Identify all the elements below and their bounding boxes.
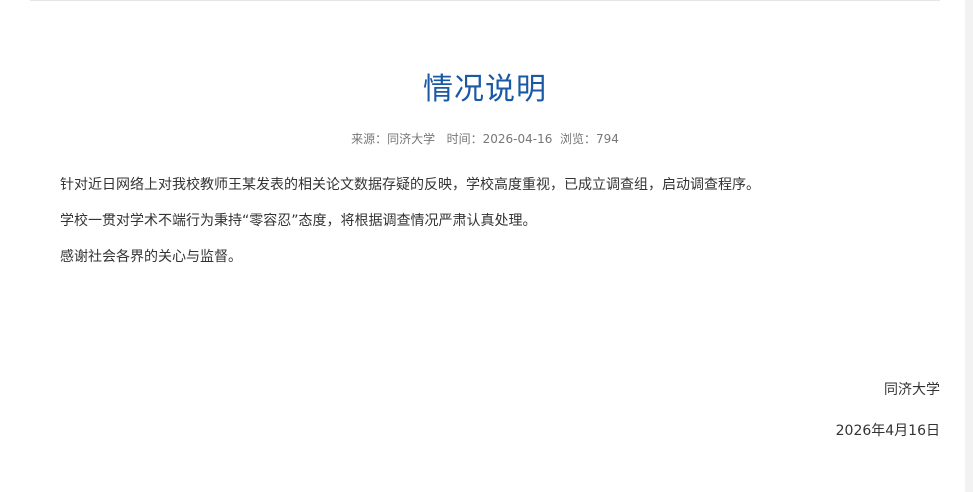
meta-time-label: 时间： <box>446 132 483 146</box>
body-paragraph: 针对近日网络上对我校教师王某发表的相关论文数据存疑的反映，学校高度重视，已成立调… <box>60 177 760 193</box>
body-paragraph: 感谢社会各界的关心与监督。 <box>60 249 242 265</box>
meta-source-label: 来源： <box>351 132 388 146</box>
body-paragraph: 学校一贯对学术不端行为秉持“零容忍”态度，将根据调查情况严肃认真处理。 <box>60 213 537 229</box>
article-title: 情况说明 <box>423 72 547 107</box>
signature-organization: 同济大学 <box>884 382 940 398</box>
meta-source: 同济大学 <box>387 132 436 146</box>
article-container: 情况说明 来源：同济大学 时间：2026-04-16 浏览：794 针对近日网络… <box>30 0 940 492</box>
article-meta: 来源：同济大学 时间：2026-04-16 浏览：794 <box>30 130 940 148</box>
meta-views-label: 浏览： <box>559 132 596 146</box>
signature-date: 2026年4月16日 <box>835 423 940 439</box>
meta-views: 794 <box>596 132 619 146</box>
meta-time: 2026-04-16 <box>482 132 553 146</box>
page-scroll-gutter <box>965 0 973 492</box>
article-body: 针对近日网络上对我校教师王某发表的相关论文数据存疑的反映，学校高度重视，已成立调… <box>60 175 920 283</box>
